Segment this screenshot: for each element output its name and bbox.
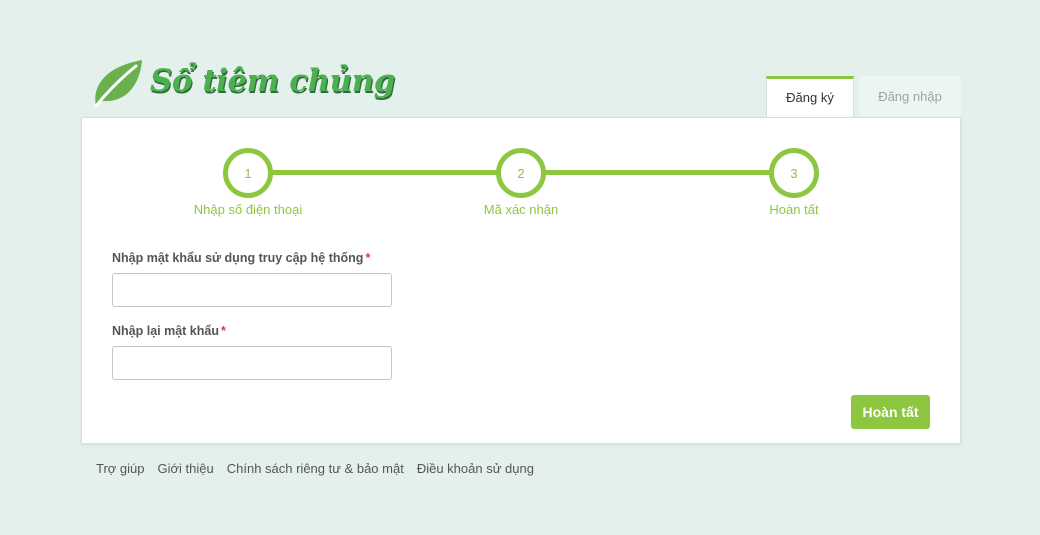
step-connector-2 bbox=[542, 170, 772, 175]
password-input[interactable] bbox=[112, 273, 392, 307]
step-1-label: Nhập số điện thoại bbox=[193, 202, 303, 217]
brand-name: Sổ tiêm chủng bbox=[150, 63, 395, 99]
footer-link-privacy[interactable]: Chính sách riêng tư & bảo mật bbox=[227, 461, 404, 476]
tab-register[interactable]: Đăng ký bbox=[766, 76, 854, 118]
footer-link-about[interactable]: Giới thiệu bbox=[158, 461, 214, 476]
password-label: Nhập mật khẩu sử dụng truy cập hệ thống * bbox=[112, 251, 370, 265]
footer-links: Trợ giúp Giới thiệu Chính sách riêng tư … bbox=[96, 461, 547, 476]
footer-link-help[interactable]: Trợ giúp bbox=[96, 461, 145, 476]
password-label-text: Nhập mật khẩu sử dụng truy cập hệ thống bbox=[112, 251, 364, 265]
confirm-password-label-text: Nhập lại mật khẩu bbox=[112, 324, 219, 338]
confirm-password-label: Nhập lại mật khẩu * bbox=[112, 324, 226, 338]
leaf-icon bbox=[94, 60, 142, 108]
auth-tabs: Đăng ký Đăng nhập bbox=[766, 76, 961, 118]
required-mark: * bbox=[365, 251, 371, 265]
step-1-circle: 1 bbox=[223, 148, 273, 198]
confirm-password-input[interactable] bbox=[112, 346, 392, 380]
brand-logo[interactable]: Sổ tiêm chủng bbox=[90, 56, 395, 110]
tab-login[interactable]: Đăng nhập bbox=[859, 76, 961, 116]
step-2-label: Mã xác nhận bbox=[483, 202, 559, 217]
step-3-circle: 3 bbox=[769, 148, 819, 198]
step-3-label: Hoàn tất bbox=[769, 202, 819, 217]
registration-card: 1 2 3 Nhập số điện thoại Mã xác nhận Hoà… bbox=[81, 117, 961, 444]
step-connector-1 bbox=[268, 170, 500, 175]
progress-stepper: 1 2 3 Nhập số điện thoại Mã xác nhận Hoà… bbox=[82, 118, 960, 228]
required-mark: * bbox=[220, 324, 226, 338]
step-2-circle: 2 bbox=[496, 148, 546, 198]
finish-button[interactable]: Hoàn tất bbox=[851, 395, 930, 429]
footer-link-terms[interactable]: Điều khoản sử dụng bbox=[417, 461, 534, 476]
